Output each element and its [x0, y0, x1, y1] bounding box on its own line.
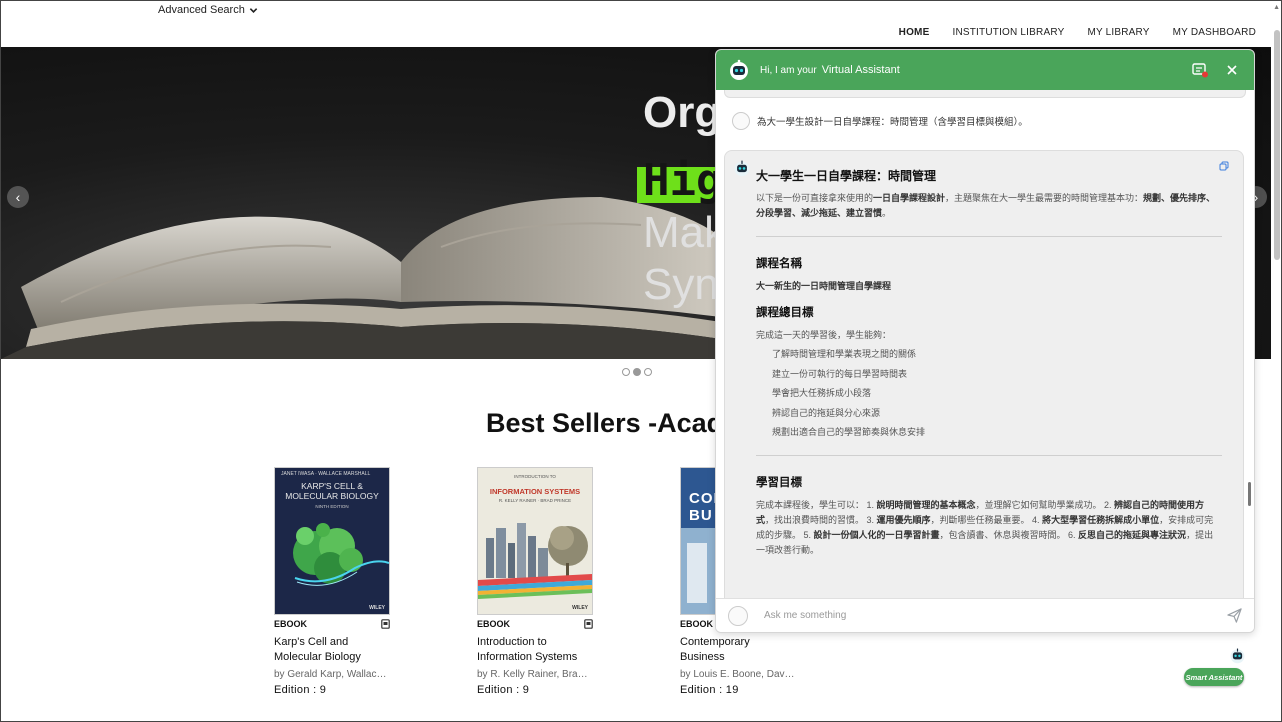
divider [756, 455, 1222, 456]
ebook-row: EBOOK [274, 619, 390, 629]
book-edition: Edition : 9 [274, 684, 327, 696]
send-icon[interactable] [1227, 608, 1242, 623]
cover-edition: NINTH EDITION [315, 504, 349, 509]
course-name: 大一新生的一日時間管理自學課程 [756, 281, 892, 291]
book-edition: Edition : 19 [680, 684, 739, 696]
divider [756, 236, 1222, 237]
chat-scrollbar[interactable] [1248, 482, 1251, 506]
overall-goal-heading: 課程總目標 [756, 307, 814, 319]
book-type: EBOOK [477, 619, 511, 629]
advanced-search-toggle[interactable]: Advanced Search [158, 4, 258, 16]
assistant-reply: 大一學生一日自學課程：時間管理 以下是一份可直接拿來使用的一日自學課程設計，主題… [724, 150, 1244, 599]
bot-avatar-icon [734, 160, 750, 177]
list-item: 了解時間管理和學業表現之間的關係 [772, 349, 917, 359]
book-title[interactable]: Karp's Cell and Molecular Biology [274, 635, 390, 665]
carousel-dot-active[interactable] [633, 368, 641, 376]
carousel-dot[interactable] [622, 368, 630, 376]
reply-content: 大一學生一日自學課程：時間管理 以下是一份可直接拿來使用的一日自學課程設計，主題… [756, 169, 1222, 558]
carousel-dot[interactable] [644, 368, 652, 376]
chat-header: Hi, I am your Virtual Assistant [716, 50, 1254, 90]
chat-input-bar [716, 598, 1254, 632]
cover-publisher: WILEY [369, 605, 385, 611]
cover-title: KARP'S CELL & MOLECULAR BIOLOGY [285, 481, 379, 501]
reply-intro: 以下是一份可直接拿來使用的一日自學課程設計，主題聚焦在大一學生最需要的時間管理基… [756, 193, 1216, 218]
smart-assistant-button[interactable]: Smart Assistant [1184, 668, 1244, 686]
cover-title: INFORMATION SYSTEMS [489, 487, 581, 496]
main-nav: HOME INSTITUTION LIBRARY MY LIBRARY MY D… [899, 27, 1256, 38]
nav-my-dashboard[interactable]: MY DASHBOARD [1173, 27, 1256, 38]
cover-small-text: INTRODUCTION TO [514, 474, 556, 479]
book-edition: Edition : 9 [477, 684, 530, 696]
carousel-dots [622, 368, 652, 376]
arrow-left-icon[interactable]: ‹ [7, 186, 29, 208]
greeting-text: Hi, I am your [760, 64, 817, 76]
book-author: by Louis E. Boone, David ... [680, 669, 796, 680]
bot-avatar-icon [1230, 648, 1245, 664]
nav-home[interactable]: HOME [899, 27, 930, 38]
assistant-name: Virtual Assistant [821, 64, 900, 76]
virtual-assistant-panel: Hi, I am your Virtual Assistant 為大一學生設計一… [715, 49, 1255, 633]
list-item: 規劃出適合自己的學習節奏與休息安排 [772, 427, 926, 437]
book-author: by R. Kelly Rainer, Brad Pr... [477, 669, 593, 680]
learning-goal-text: 完成本課程後，學生可以： 1. 說明時間管理的基本概念，並理解它如何幫助學業成功… [756, 500, 1214, 555]
book-card[interactable]: JANET IWASA · WALLACE MARSHALL KARP'S CE… [274, 467, 390, 696]
page-scroll-up-icon[interactable]: ▲ [1273, 4, 1280, 11]
cover-authors: R. KELLY RAINER · BRAD PRINCE [498, 498, 572, 503]
nav-institution-library[interactable]: INSTITUTION LIBRARY [952, 27, 1064, 38]
new-chat-icon[interactable] [1192, 62, 1208, 78]
open-book-image [1, 197, 721, 359]
advanced-search-label: Advanced Search [158, 4, 245, 16]
previous-message-bubble [724, 90, 1246, 98]
book-author: by Gerald Karp, Wallace ... [274, 669, 390, 680]
header-actions [1192, 62, 1240, 78]
book-type: EBOOK [680, 619, 714, 629]
ebook-icon [381, 619, 390, 629]
cover-publisher: WILEY [572, 605, 588, 611]
list-item: 建立一份可執行的每日學習時間表 [772, 368, 908, 379]
book-cover[interactable]: JANET IWASA · WALLACE MARSHALL KARP'S CE… [274, 467, 390, 615]
book-title[interactable]: Introduction to Information Systems [477, 635, 593, 665]
learning-goal-heading: 學習目標 [756, 477, 802, 489]
bot-avatar-icon [730, 59, 748, 80]
overall-goal-intro: 完成這一天的學習後，學生能夠： [756, 330, 892, 340]
user-message: 為大一學生設計一日自學課程：時間管理（含學習目標與模組）。 [732, 112, 1028, 130]
ebook-row: EBOOK [477, 619, 593, 629]
ebook-icon [584, 619, 593, 629]
page-scrollbar[interactable] [1274, 30, 1280, 260]
cover-authors: JANET IWASA · WALLACE MARSHALL [281, 471, 371, 477]
overall-goal-list: 了解時間管理和學業表現之間的關係 建立一份可執行的每日學習時間表 學會把大任務拆… [756, 347, 1222, 440]
chevron-down-icon [249, 7, 258, 13]
book-title[interactable]: Contemporary Business [680, 635, 796, 665]
chat-input[interactable] [762, 609, 1206, 622]
book-cover[interactable]: INTRODUCTION TO INFORMATION SYSTEMS R. K… [477, 467, 593, 615]
course-name-heading: 課程名稱 [756, 258, 802, 270]
chat-messages: 為大一學生設計一日自學課程：時間管理（含學習目標與模組）。 大一學生一日自學課程… [716, 90, 1254, 599]
reply-title: 大一學生一日自學課程：時間管理 [756, 169, 937, 183]
user-message-text: 為大一學生設計一日自學課程：時間管理（含學習目標與模組）。 [757, 117, 1028, 128]
book-card[interactable]: INTRODUCTION TO INFORMATION SYSTEMS R. K… [477, 467, 593, 696]
list-item: 辨認自己的拖延與分心來源 [772, 407, 881, 418]
nav-my-library[interactable]: MY LIBRARY [1087, 27, 1149, 38]
close-icon[interactable] [1224, 62, 1240, 78]
user-avatar-icon [732, 112, 750, 130]
list-item: 學會把大任務拆成小段落 [772, 388, 872, 398]
book-type: EBOOK [274, 619, 308, 629]
user-avatar-icon [728, 605, 748, 626]
